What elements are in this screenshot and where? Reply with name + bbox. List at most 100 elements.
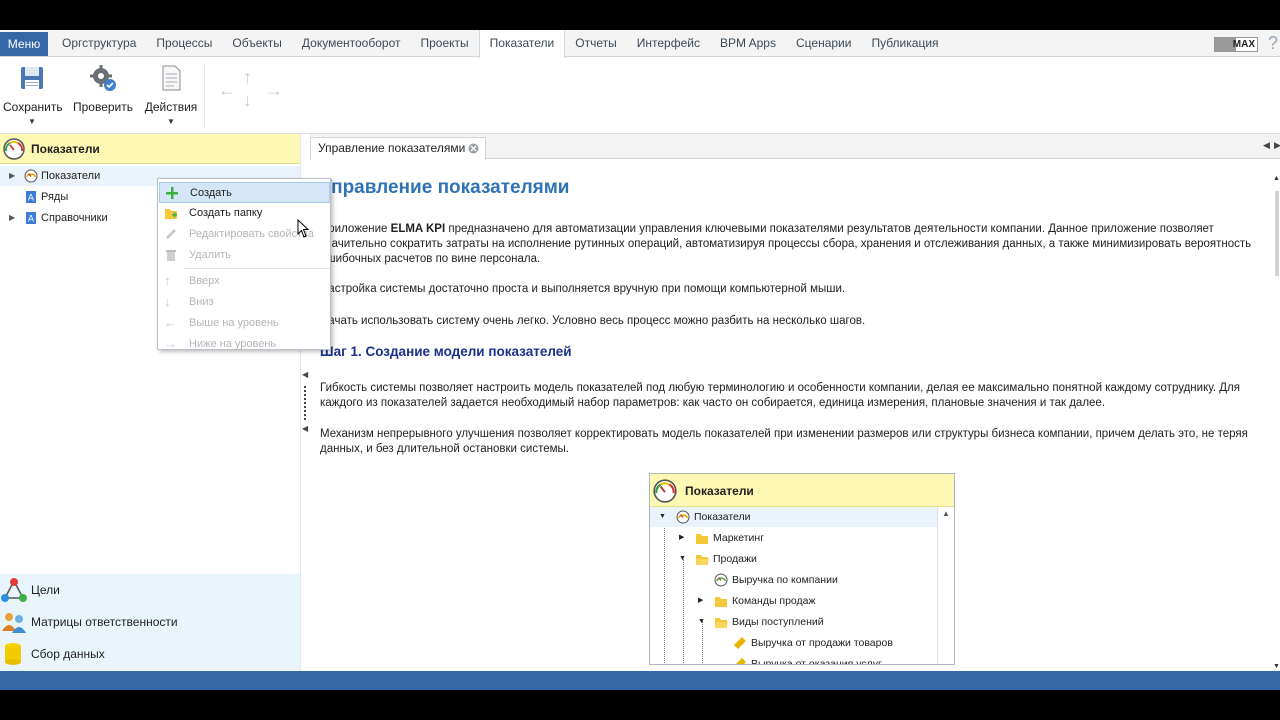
menu-item-label: Вниз bbox=[189, 296, 214, 308]
toolbar-separator bbox=[204, 64, 205, 128]
menu-item-scenarios[interactable]: Сценарии bbox=[786, 30, 861, 57]
tab-scroll-right-icon[interactable]: ▶ bbox=[1274, 140, 1280, 151]
embedded-header: Показатели bbox=[650, 474, 954, 507]
responsibility-matrix-icon bbox=[2, 613, 26, 633]
menu-item-label: Удалить bbox=[189, 249, 231, 261]
app-window: Меню Оргструктура Процессы Объекты Докум… bbox=[0, 30, 1280, 690]
scrollbar-thumb[interactable] bbox=[1275, 191, 1279, 276]
gauge-icon bbox=[3, 138, 25, 160]
menu-item-publication[interactable]: Публикация bbox=[861, 30, 948, 57]
menu-item-documents[interactable]: Документооборот bbox=[292, 30, 411, 57]
save-button[interactable]: Сохранить ▼ bbox=[3, 64, 63, 126]
menu-item-create[interactable]: Создать bbox=[159, 182, 330, 203]
folder-icon bbox=[696, 534, 708, 544]
menu-item-orgstructure[interactable]: Оргструктура bbox=[52, 30, 146, 57]
menu-separator bbox=[184, 268, 330, 269]
nav-item-responsibility-matrices[interactable]: Матрицы ответственности bbox=[0, 606, 300, 638]
folder-add-icon bbox=[165, 209, 177, 219]
menu-button[interactable]: Меню bbox=[0, 32, 48, 56]
tree-item-label: Справочники bbox=[41, 212, 108, 224]
menu-item-label: Редактировать свойства bbox=[189, 228, 314, 240]
embedded-scrollbar: ▲ bbox=[937, 507, 954, 664]
menu-item-label: Вверх bbox=[189, 275, 220, 287]
paragraph-improvement: Механизм непрерывного улучшения позволяе… bbox=[320, 428, 1248, 455]
menu-item-level-down[interactable]: → Ниже на уровень bbox=[159, 334, 330, 355]
menu-item-level-up[interactable]: ← Выше на уровень bbox=[159, 313, 330, 334]
menu-item-interface[interactable]: Интерфейс bbox=[627, 30, 710, 57]
gauge-icon bbox=[714, 573, 728, 587]
embedded-row: ▼ Продажи bbox=[650, 549, 937, 569]
menu-item-indicators[interactable]: Показатели bbox=[478, 30, 566, 58]
embedded-row-label: Команды продаж bbox=[732, 595, 816, 607]
gauge-icon bbox=[676, 510, 690, 524]
mouse-cursor-icon bbox=[297, 219, 310, 238]
expand-arrow-icon[interactable]: ▶ bbox=[9, 208, 15, 228]
embedded-row-label: Виды поступлений bbox=[732, 616, 824, 628]
main-menu-bar: Меню Оргструктура Процессы Объекты Докум… bbox=[0, 30, 1280, 58]
check-button[interactable]: Проверить bbox=[73, 64, 133, 114]
plus-icon bbox=[166, 187, 178, 199]
actions-label: Действия bbox=[144, 100, 198, 114]
paragraph-setup: Настройка системы достаточно проста и вы… bbox=[320, 283, 846, 295]
menu-item-projects[interactable]: Проекты bbox=[410, 30, 478, 57]
embedded-row-label: Выручка от оказания услуг bbox=[751, 658, 882, 665]
trash-icon bbox=[166, 250, 176, 261]
menu-item-delete[interactable]: Удалить bbox=[159, 245, 330, 266]
scroll-up-icon[interactable]: ▲ bbox=[1273, 175, 1280, 182]
close-icon[interactable] bbox=[468, 143, 479, 154]
scroll-up-icon: ▲ bbox=[942, 509, 950, 518]
nav-item-label: Матрицы ответственности bbox=[31, 615, 178, 629]
save-dropdown-caret-icon[interactable]: ▼ bbox=[3, 117, 61, 126]
splitter-grip[interactable] bbox=[304, 386, 306, 420]
tab-label: Управление показателями bbox=[318, 141, 466, 155]
document-scrollbar[interactable]: ▲ ▼ bbox=[1272, 159, 1280, 690]
product-name: ELMA KPI bbox=[390, 223, 446, 235]
paragraph-text: предназначено для автоматизации управлен… bbox=[320, 223, 1252, 265]
actions-dropdown-caret-icon[interactable]: ▼ bbox=[144, 117, 198, 126]
menu-item-processes[interactable]: Процессы bbox=[146, 30, 222, 57]
embedded-row-label: Выручка по компании bbox=[732, 574, 838, 586]
data-collection-icon bbox=[5, 643, 21, 665]
paragraph-flexibility: Гибкость системы позволяет настроить мод… bbox=[320, 382, 1240, 409]
check-label: Проверить bbox=[73, 100, 134, 114]
menu-item-bpm-apps[interactable]: BPM Apps bbox=[710, 30, 786, 57]
menu-item-label: Выше на уровень bbox=[189, 317, 279, 329]
embedded-row: ▼ Виды поступлений bbox=[650, 612, 937, 632]
collapse-arrow-icon[interactable]: ◀ bbox=[302, 370, 308, 379]
embedded-row: ▶ Маркетинг bbox=[650, 528, 937, 548]
embedded-row-label: Показатели bbox=[694, 511, 751, 523]
tab-indicator-management[interactable]: Управление показателями bbox=[310, 137, 486, 160]
actions-button[interactable]: Действия ▼ bbox=[144, 64, 198, 126]
content-area: Управление показателями ◀ ▶ Управление п… bbox=[310, 134, 1280, 690]
svg-text:A: A bbox=[28, 194, 35, 204]
menu-item-down[interactable]: ↓ Вниз bbox=[159, 292, 330, 313]
nav-item-data-collection[interactable]: Сбор данных bbox=[0, 638, 300, 670]
embedded-screenshot: Показатели ▼ Показатели ▶ Маркетинг ▼ Пр… bbox=[649, 473, 955, 665]
ruler-icon bbox=[736, 658, 746, 664]
ruler-icon bbox=[734, 637, 746, 649]
arrow-down-icon: ↓ bbox=[164, 294, 171, 309]
menu-item-objects[interactable]: Объекты bbox=[222, 30, 292, 57]
nav-item-goals[interactable]: Цели bbox=[0, 574, 300, 606]
toolbar: Сохранить ▼ Проверить Действия ▼ ← ↑ ↓ → bbox=[0, 58, 1280, 134]
menu-item-reports[interactable]: Отчеты bbox=[565, 30, 626, 57]
menu-item-up[interactable]: ↑ Вверх bbox=[159, 271, 330, 292]
context-menu: Создать Создать папку Редактировать свой… bbox=[157, 178, 331, 351]
collapse-arrow-icon[interactable]: ◀ bbox=[302, 424, 308, 433]
collapse-arrow-icon: ▼ bbox=[659, 513, 666, 520]
max-button[interactable]: MAX bbox=[1214, 37, 1258, 52]
arrow-up-icon: ↑ bbox=[164, 273, 171, 288]
scroll-down-icon[interactable]: ▼ bbox=[1273, 663, 1280, 670]
left-panel-title: Показатели bbox=[31, 142, 100, 156]
document-icon bbox=[162, 65, 181, 91]
tab-scroll-left-icon[interactable]: ◀ bbox=[1263, 140, 1270, 151]
expand-arrow-icon[interactable]: ▶ bbox=[9, 166, 15, 186]
help-icon[interactable]: ? bbox=[1268, 33, 1278, 54]
embedded-row: ▼ Показатели bbox=[650, 507, 937, 527]
paragraph-intro: Приложение ELMA KPI предназначено для ав… bbox=[320, 222, 1265, 267]
embedded-row: Выручка от продажи товаров bbox=[650, 633, 937, 653]
collapse-arrow-icon: ▼ bbox=[698, 618, 705, 625]
tab-strip: Управление показателями ◀ ▶ bbox=[310, 134, 1280, 160]
gauge-icon bbox=[653, 479, 677, 503]
expand-arrow-icon: ▶ bbox=[698, 597, 704, 604]
